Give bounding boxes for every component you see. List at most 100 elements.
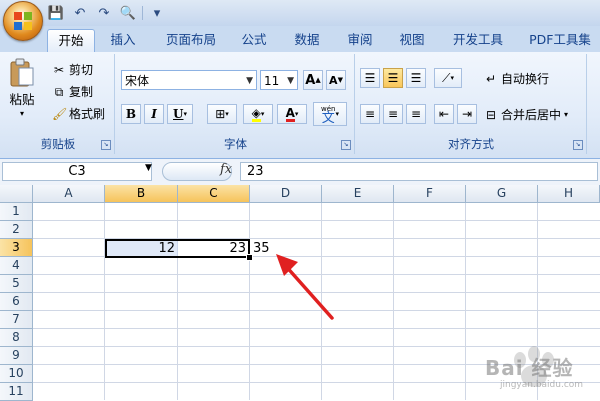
font-launcher-icon[interactable]: ↘	[341, 140, 351, 150]
row-header-3[interactable]: 3	[0, 239, 33, 257]
tab-insert[interactable]: 插入	[100, 29, 146, 51]
name-box-dropdown-icon[interactable]: ▼	[145, 163, 152, 173]
column-header-a[interactable]: A	[33, 185, 105, 203]
align-right-icon: ≡	[410, 107, 422, 121]
font-size-dropdown-icon: ▼	[287, 76, 294, 86]
borders-icon: ⊞	[215, 107, 226, 121]
tab-formulas[interactable]: 公式	[232, 29, 276, 51]
copy-icon: ⧉	[54, 84, 64, 99]
cell-c3[interactable]: 23	[178, 240, 248, 257]
insert-function-icon[interactable]: fx	[220, 162, 232, 177]
bold-icon: B	[125, 107, 137, 121]
merge-center-label: 合并后居中	[501, 108, 562, 122]
format-painter-label: 格式刷	[69, 107, 106, 121]
name-box[interactable]: C3	[2, 162, 152, 181]
column-header-h[interactable]: H	[538, 185, 600, 203]
tab-home[interactable]: 开始	[47, 29, 95, 52]
font-name-value: 宋体	[125, 74, 150, 88]
copy-button[interactable]: ⧉ 复制	[52, 83, 93, 100]
title-bar: 💾 ↶ ↷ 🔍 ▾	[0, 0, 600, 27]
row-header-4[interactable]: 4	[0, 257, 33, 275]
merge-center-button[interactable]: ⊟ 合并后居中 ▾	[484, 106, 568, 123]
grow-font-button[interactable]: A ▲	[303, 70, 323, 90]
row-header-10[interactable]: 10	[0, 365, 33, 383]
align-center-button[interactable]: ≡	[383, 104, 403, 124]
wrap-text-button[interactable]: ↵ 自动换行	[484, 70, 549, 87]
phonetic-button[interactable]: wén 文 ▾	[313, 102, 347, 126]
shrink-font-button[interactable]: A ▼	[326, 70, 346, 90]
borders-button[interactable]: ⊞ ▾	[207, 104, 237, 124]
decrease-indent-icon: ⇤	[438, 107, 450, 121]
row-header-7[interactable]: 7	[0, 311, 33, 329]
row-header-1[interactable]: 1	[0, 203, 33, 221]
tab-review[interactable]: 审阅	[338, 29, 382, 51]
paste-dropdown-icon[interactable]: ▾	[20, 109, 24, 118]
underline-button[interactable]: U ▾	[167, 104, 193, 124]
tab-page-layout[interactable]: 页面布局	[158, 29, 224, 51]
office-button[interactable]	[3, 1, 43, 41]
clipboard-launcher-icon[interactable]: ↘	[101, 140, 111, 150]
alignment-launcher-icon[interactable]: ↘	[573, 140, 583, 150]
merge-dropdown-icon[interactable]: ▾	[564, 110, 568, 119]
row-header-9[interactable]: 9	[0, 347, 33, 365]
cell-b3[interactable]: 12	[105, 240, 177, 257]
office-logo-icon	[14, 12, 32, 30]
font-group-label: 字体	[224, 137, 247, 151]
column-header-b[interactable]: B	[105, 185, 178, 203]
align-middle-button[interactable]: ☰	[383, 68, 403, 88]
redo-icon[interactable]: ↷	[94, 4, 114, 22]
gridline	[177, 203, 178, 400]
cut-button[interactable]: ✂ 剪切	[52, 61, 93, 78]
paste-button[interactable]: 粘贴 ▾	[8, 58, 36, 118]
align-right-button[interactable]: ≡	[406, 104, 426, 124]
font-name-combo[interactable]: 宋体 ▼	[121, 70, 257, 90]
align-bottom-button[interactable]: ☰	[406, 68, 426, 88]
save-icon[interactable]: 💾	[46, 4, 66, 22]
clipboard-group-label: 剪贴板	[40, 137, 76, 151]
row-header-6[interactable]: 6	[0, 293, 33, 311]
tab-developer[interactable]: 开发工具	[445, 29, 511, 51]
font-size-combo[interactable]: 11 ▼	[260, 70, 298, 90]
print-preview-icon[interactable]: 🔍	[118, 4, 138, 22]
column-header-f[interactable]: F	[394, 185, 466, 203]
fill-color-button[interactable]: ◈ ▾	[243, 104, 273, 124]
align-top-button[interactable]: ☰	[360, 68, 380, 88]
column-header-e[interactable]: E	[322, 185, 394, 203]
font-name-dropdown-icon: ▼	[246, 76, 253, 86]
row-header-11[interactable]: 11	[0, 383, 33, 401]
shrink-font-icon: A	[329, 73, 338, 87]
customize-qat-icon[interactable]: ▾	[147, 4, 167, 22]
grow-font-icon: A	[305, 72, 316, 88]
ribbon: 粘贴 ▾ ✂ 剪切 ⧉ 复制 🖌 格式刷 剪贴板 ↘ 宋体 ▼ 11 ▼ A▲	[0, 52, 600, 159]
tab-pdf-tools[interactable]: PDF工具集	[522, 29, 598, 51]
select-all-corner[interactable]	[0, 185, 33, 203]
row-header-8[interactable]: 8	[0, 329, 33, 347]
row-header-5[interactable]: 5	[0, 275, 33, 293]
watermark-text: Bai 经验	[485, 356, 574, 380]
format-painter-button[interactable]: 🖌 格式刷	[52, 105, 105, 122]
font-color-icon: A	[285, 105, 295, 122]
formula-bar: C3 ▼ fx 23	[0, 159, 600, 186]
red-annotation-arrow	[276, 254, 334, 320]
formula-input[interactable]: 23	[240, 162, 598, 181]
orientation-button[interactable]: ⟋ ▾	[434, 68, 462, 88]
increase-indent-button[interactable]: ⇥	[457, 104, 477, 124]
copy-label: 复制	[69, 85, 94, 99]
tab-view[interactable]: 视图	[390, 29, 434, 51]
font-color-button[interactable]: A ▾	[277, 104, 307, 124]
tab-data[interactable]: 数据	[285, 29, 329, 51]
watermark-url: jingyan.baidu.com	[500, 380, 584, 390]
paste-icon	[10, 58, 34, 87]
decrease-indent-button[interactable]: ⇤	[434, 104, 454, 124]
italic-icon: I	[151, 107, 157, 121]
row-header-2[interactable]: 2	[0, 221, 33, 239]
column-header-d[interactable]: D	[250, 185, 322, 203]
bold-button[interactable]: B	[121, 104, 141, 124]
italic-button[interactable]: I	[144, 104, 164, 124]
qat-separator	[142, 6, 143, 20]
undo-icon[interactable]: ↶	[70, 4, 90, 22]
column-header-c[interactable]: C	[178, 185, 250, 203]
column-header-g[interactable]: G	[466, 185, 538, 203]
align-left-button[interactable]: ≡	[360, 104, 380, 124]
align-left-icon: ≡	[364, 107, 376, 121]
